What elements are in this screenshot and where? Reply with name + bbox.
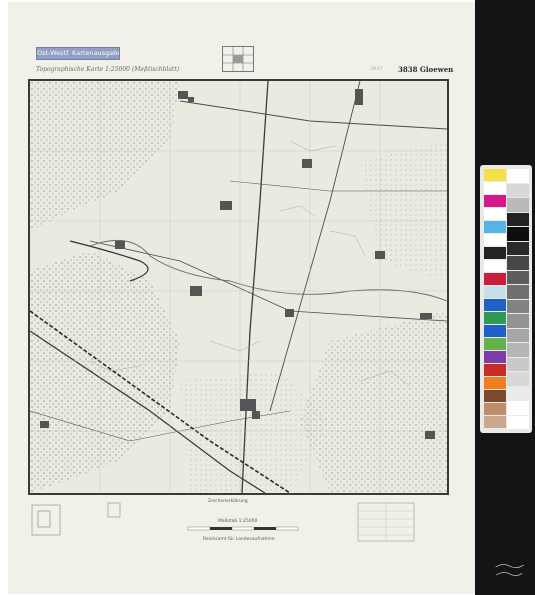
gray-swatch [507,415,529,429]
color-swatch [484,325,506,337]
color-swatch [484,195,506,207]
sheet-title: 3838 Gloewen [398,65,454,74]
color-swatch [484,312,506,324]
archive-label: Ost-Westf. Kartenausgabestelle [36,47,120,60]
gray-swatch [507,169,529,183]
topographic-map [30,81,447,493]
gray-swatch [507,401,529,415]
legend-title: Zeichenerklärung [208,499,248,504]
publisher-text: Reichsamt für Landesaufnahme [203,537,275,542]
color-swatch [484,221,506,233]
color-swatch [484,273,506,285]
color-swatch [484,416,506,428]
neighbor-sheet-number: 3937 [370,66,383,72]
gray-swatch [507,299,529,313]
color-swatch [484,377,506,389]
gray-swatch [507,328,529,342]
map-footer: Zeichenerklärung Maßstab 1:25000 Reichsa… [28,497,449,557]
sheet-index-diagram [222,46,254,72]
gray-swatch [507,314,529,328]
color-swatch [484,247,506,259]
color-swatch [484,338,506,350]
gray-swatch [507,256,529,270]
color-swatch [484,234,506,246]
index-grid-icon [223,47,253,71]
handwritten-mark-icon [495,564,524,577]
gray-swatch [507,372,529,386]
footer-graphics [31,502,415,542]
color-swatch [484,403,506,415]
archive-annotation [493,559,529,585]
color-swatch [484,299,506,311]
map-frame[interactable] [28,79,449,495]
color-swatch [484,169,506,181]
gray-swatch [507,212,529,226]
gray-swatch [507,183,529,197]
color-swatch [484,351,506,363]
color-swatch [484,390,506,402]
gray-swatch [507,241,529,255]
color-swatch [484,260,506,272]
color-swatch [484,208,506,220]
color-swatch [484,182,506,194]
gray-swatch [507,386,529,400]
gray-swatch [507,227,529,241]
scale-title: Maßstab 1:25000 [218,519,258,524]
gray-swatch [507,343,529,357]
series-title: Topographische Karte 1:25000 (Meßtischbl… [36,66,180,73]
gray-swatch [507,357,529,371]
color-swatch [484,364,506,376]
color-calibration-chart [480,165,532,433]
gray-swatch [507,285,529,299]
color-swatch [484,286,506,298]
gray-swatch [507,270,529,284]
gray-swatch [507,198,529,212]
